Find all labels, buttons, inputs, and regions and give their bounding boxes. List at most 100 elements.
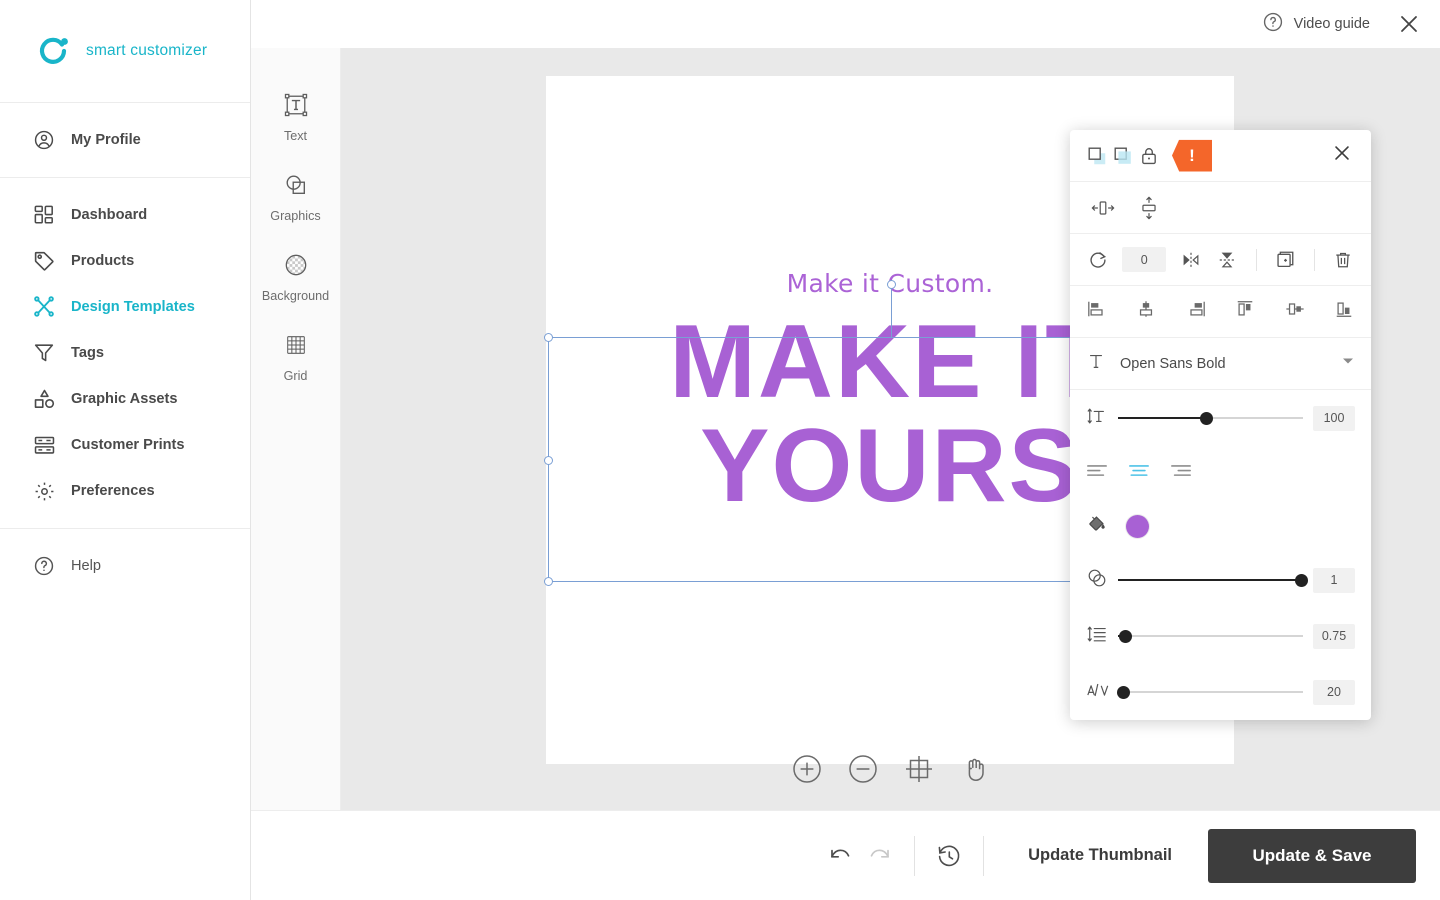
tag-icon	[32, 249, 56, 273]
line-height-slider[interactable]	[1118, 629, 1303, 643]
update-thumbnail-button[interactable]: Update Thumbnail	[1028, 846, 1172, 865]
text-align-center-icon[interactable]	[1128, 463, 1150, 484]
panel-text-align-row	[1070, 446, 1371, 500]
update-and-save-button[interactable]: Update & Save	[1208, 828, 1416, 883]
text-box-icon	[284, 93, 308, 122]
tool-label: Text	[283, 129, 308, 143]
panel-font-row[interactable]: Open Sans Bold	[1070, 338, 1371, 390]
rotate-icon[interactable]	[1086, 247, 1109, 273]
line-height-value: 0.75	[1313, 623, 1355, 649]
line-height-icon	[1086, 624, 1108, 649]
fit-width-icon[interactable]	[1090, 195, 1116, 221]
sidebar-item-label: Tags	[71, 345, 104, 361]
paint-bucket-icon	[1086, 513, 1108, 540]
tool-label: Graphics	[270, 209, 321, 223]
minus-circle-icon[interactable]	[846, 752, 880, 786]
tool-rail: Text Graphics Background Grid	[251, 48, 341, 810]
tool-grid[interactable]: Grid	[251, 318, 340, 398]
sidebar-item-my-profile[interactable]: My Profile	[0, 117, 250, 163]
brand-logo[interactable]: smart customizer	[0, 0, 250, 103]
tool-graphics[interactable]: Graphics	[251, 158, 340, 238]
main-area: Video guide Text Graphics Background Gri…	[251, 0, 1440, 900]
sidebar-item-label: Help	[71, 558, 102, 574]
trash-icon[interactable]	[1332, 247, 1355, 273]
flip-horizontal-icon[interactable]	[1179, 247, 1202, 273]
rotation-input[interactable]	[1122, 247, 1167, 272]
opacity-value: 1	[1313, 567, 1355, 593]
divider	[914, 835, 916, 876]
letter-spacing-slider[interactable]	[1117, 685, 1303, 699]
sidebar-item-help[interactable]: Help	[0, 543, 250, 589]
tool-label: Background	[261, 289, 330, 303]
fill-color-swatch[interactable]	[1126, 514, 1149, 538]
tool-text[interactable]: Text	[251, 78, 340, 158]
text-align-left-icon[interactable]	[1086, 463, 1108, 484]
panel-fill-row	[1070, 500, 1371, 552]
fit-height-icon[interactable]	[1136, 195, 1162, 221]
panel-line-height-row: 0.75	[1070, 608, 1371, 664]
sidebar-item-label: Dashboard	[71, 207, 148, 223]
brand-name: smart customizer	[86, 42, 208, 59]
history-clock-icon[interactable]	[929, 836, 969, 876]
sidebar-item-preferences[interactable]: Preferences	[0, 468, 250, 514]
resize-handle-bottom-left[interactable]	[544, 577, 553, 586]
footer-toolbar: Update Thumbnail Update & Save	[251, 810, 1440, 900]
close-icon[interactable]	[1396, 11, 1422, 37]
sidebar-item-label: Graphic Assets	[71, 391, 178, 407]
align-top-icon[interactable]	[1234, 299, 1256, 324]
divider	[983, 835, 985, 876]
letter-spacing-icon	[1086, 680, 1110, 705]
sidebar-group-profile: My Profile	[0, 103, 250, 178]
prints-icon	[32, 433, 56, 457]
redo-icon[interactable]	[860, 836, 900, 876]
sidebar-item-dashboard[interactable]: Dashboard	[0, 192, 250, 238]
warning-tag-icon[interactable]: !	[1172, 139, 1212, 172]
bring-to-front-icon[interactable]	[1084, 143, 1110, 169]
video-guide-button[interactable]: Video guide	[1262, 11, 1370, 37]
tool-label: Grid	[283, 369, 308, 383]
gear-icon	[32, 479, 56, 503]
sidebar-item-label: Customer Prints	[71, 437, 185, 453]
panel-alignment-row	[1070, 286, 1371, 338]
panel-font-size-row: 100	[1070, 390, 1371, 446]
chevron-down-icon[interactable]	[1341, 354, 1355, 373]
send-to-back-icon[interactable]	[1110, 143, 1136, 169]
flip-vertical-icon[interactable]	[1216, 247, 1239, 273]
font-name-label: Open Sans Bold	[1120, 355, 1226, 372]
sidebar-item-graphic-assets[interactable]: Graphic Assets	[0, 376, 250, 422]
checker-circle-icon	[284, 253, 308, 282]
funnel-icon	[32, 341, 56, 365]
hand-icon[interactable]	[958, 752, 992, 786]
question-circle-icon	[32, 554, 56, 578]
tool-background[interactable]: Background	[251, 238, 340, 318]
panel-opacity-row: 1	[1070, 552, 1371, 608]
font-size-slider[interactable]	[1118, 411, 1303, 425]
divider	[1255, 248, 1257, 271]
align-center-horizontal-icon[interactable]	[1135, 299, 1157, 324]
sidebar-item-label: Design Templates	[71, 299, 195, 315]
undo-icon[interactable]	[820, 836, 860, 876]
sidebar-item-design-templates[interactable]: Design Templates	[0, 284, 250, 330]
duplicate-icon[interactable]	[1274, 247, 1297, 273]
font-type-icon	[1086, 351, 1106, 376]
sidebar-item-label: Preferences	[71, 483, 155, 499]
close-icon[interactable]	[1327, 138, 1357, 173]
ring-dot-logo-icon	[38, 35, 70, 67]
lock-icon[interactable]	[1136, 143, 1162, 169]
plus-circle-icon[interactable]	[790, 752, 824, 786]
align-middle-vertical-icon[interactable]	[1284, 299, 1306, 324]
text-align-right-icon[interactable]	[1170, 463, 1192, 484]
sidebar-item-tags[interactable]: Tags	[0, 330, 250, 376]
properties-panel: ! 0 Open Sans Bold 100 1 0.75 20	[1070, 130, 1371, 720]
crosshair-frame-icon[interactable]	[902, 752, 936, 786]
font-size-value: 100	[1313, 405, 1355, 431]
sidebar-item-products[interactable]: Products	[0, 238, 250, 284]
align-left-icon[interactable]	[1086, 299, 1108, 324]
align-right-icon[interactable]	[1185, 299, 1207, 324]
sidebar-item-customer-prints[interactable]: Customer Prints	[0, 422, 250, 468]
opacity-slider[interactable]	[1118, 573, 1308, 587]
question-circle-icon	[1262, 11, 1284, 37]
align-bottom-icon[interactable]	[1333, 299, 1355, 324]
panel-layer-row: !	[1070, 130, 1371, 182]
panel-size-row	[1070, 182, 1371, 234]
